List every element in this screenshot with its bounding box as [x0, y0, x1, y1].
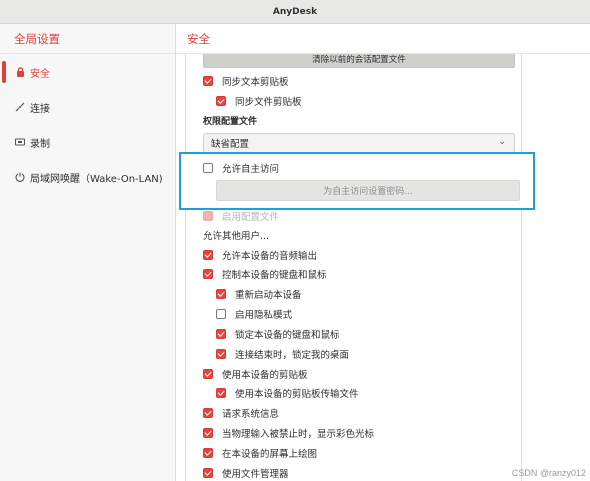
perm-draw-on-screen[interactable]: 在本设备的屏幕上绘图 [203, 444, 317, 462]
sidebar-item-label: 录制 [30, 138, 50, 150]
checkbox[interactable] [203, 408, 213, 418]
option-label: 使用本设备的剪贴板 [222, 370, 308, 381]
sidebar: 全局设置 安全 连接 录制 局域网唤醒（Wake-On-LAN) [0, 24, 176, 481]
checkbox[interactable] [216, 349, 226, 359]
wake-on-lan-icon [14, 172, 26, 182]
checkbox[interactable] [216, 289, 226, 299]
active-indicator [2, 61, 6, 83]
set-unattended-password-button[interactable]: 为自主访问设置密码... [216, 180, 520, 201]
profile-select[interactable]: 缺省配置 ⌄ [203, 133, 515, 153]
option-unattended-access[interactable]: 允许自主访问 [203, 159, 279, 177]
sidebar-item-recording[interactable]: 录制 [0, 130, 176, 154]
checkbox[interactable] [216, 96, 226, 106]
sidebar-header: 全局设置 [0, 24, 175, 54]
option-label: 当物理输入被禁止时，显示彩色光标 [222, 429, 375, 440]
recording-icon [14, 137, 26, 147]
sidebar-item-connection[interactable]: 连接 [0, 95, 176, 119]
connection-icon [14, 102, 26, 112]
perm-system-info[interactable]: 请求系统信息 [203, 404, 279, 422]
clear-sessions-button[interactable]: 清除以前的会话配置文件 [203, 54, 515, 68]
checkbox[interactable] [203, 76, 213, 86]
option-label: 允许本设备的音频输出 [222, 251, 318, 262]
perm-lock-desktop[interactable]: 连接结束时，锁定我的桌面 [216, 345, 349, 363]
window-title: AnyDesk [272, 6, 318, 17]
profile-select-value: 缺省配置 [211, 139, 250, 150]
option-label: 同步文件剪贴板 [235, 97, 302, 108]
checkbox[interactable] [203, 448, 213, 458]
watermark: CSDN @ranzy012 [511, 468, 586, 478]
checkbox[interactable] [216, 329, 226, 339]
perm-audio-output[interactable]: 允许本设备的音频输出 [203, 246, 317, 264]
perm-file-manager[interactable]: 使用文件管理器 [203, 464, 289, 481]
checkbox[interactable] [203, 369, 213, 379]
profile-label: 权限配置文件 [203, 117, 258, 127]
option-label: 允许自主访问 [222, 164, 280, 175]
checkbox[interactable] [203, 269, 213, 279]
chevron-down-icon: ⌄ [498, 137, 506, 147]
option-sync-text-clipboard[interactable]: 同步文本剪贴板 [203, 72, 289, 90]
allow-others-label: 允许其他用户... [203, 231, 270, 242]
checkbox[interactable] [203, 250, 213, 260]
checkbox[interactable] [203, 163, 213, 173]
option-label: 启用配置文件 [222, 212, 280, 223]
option-label: 使用文件管理器 [222, 469, 289, 480]
perm-use-clipboard[interactable]: 使用本设备的剪贴板 [203, 365, 308, 383]
checkbox[interactable] [203, 428, 213, 438]
lock-icon [14, 67, 26, 77]
settings-content: 清除以前的会话配置文件 同步文本剪贴板 同步文件剪贴板 权限配置文件 缺省配置 … [177, 54, 590, 481]
option-label: 请求系统信息 [222, 409, 280, 420]
sidebar-item-label: 安全 [30, 68, 50, 80]
perm-control-input[interactable]: 控制本设备的键盘和鼠标 [203, 265, 327, 283]
perm-colored-cursor[interactable]: 当物理输入被禁止时，显示彩色光标 [203, 424, 374, 442]
sidebar-item-wake-on-lan[interactable]: 局域网唤醒（Wake-On-LAN) [0, 165, 176, 189]
option-sync-file-clipboard[interactable]: 同步文件剪贴板 [216, 92, 302, 110]
perm-clipboard-files[interactable]: 使用本设备的剪贴板传输文件 [216, 384, 359, 402]
sidebar-item-label: 连接 [30, 103, 50, 115]
checkbox[interactable] [203, 468, 213, 478]
option-label: 使用本设备的剪贴板传输文件 [235, 389, 359, 400]
checkbox[interactable] [216, 309, 226, 319]
checkbox[interactable] [216, 388, 226, 398]
title-bar: AnyDesk [0, 0, 590, 24]
section-header: 安全 [177, 24, 590, 54]
option-label: 同步文本剪贴板 [222, 77, 289, 88]
sidebar-item-label: 局域网唤醒（Wake-On-LAN) [30, 173, 163, 185]
option-label: 锁定本设备的键盘和鼠标 [235, 330, 340, 341]
option-label: 在本设备的屏幕上绘图 [222, 449, 318, 460]
perm-lock-input[interactable]: 锁定本设备的键盘和鼠标 [216, 325, 340, 343]
unattended-access-highlight: 允许自主访问 为自主访问设置密码... [179, 152, 535, 210]
option-label: 连接结束时，锁定我的桌面 [235, 350, 350, 361]
checkbox[interactable] [203, 211, 213, 221]
option-label: 启用隐私模式 [235, 310, 293, 321]
option-label: 控制本设备的键盘和鼠标 [222, 270, 327, 281]
perm-restart-device[interactable]: 重新启动本设备 [216, 285, 302, 303]
perm-privacy-mode[interactable]: 启用隐私模式 [216, 305, 292, 323]
option-label: 重新启动本设备 [235, 290, 302, 301]
sidebar-item-security[interactable]: 安全 [0, 60, 176, 84]
